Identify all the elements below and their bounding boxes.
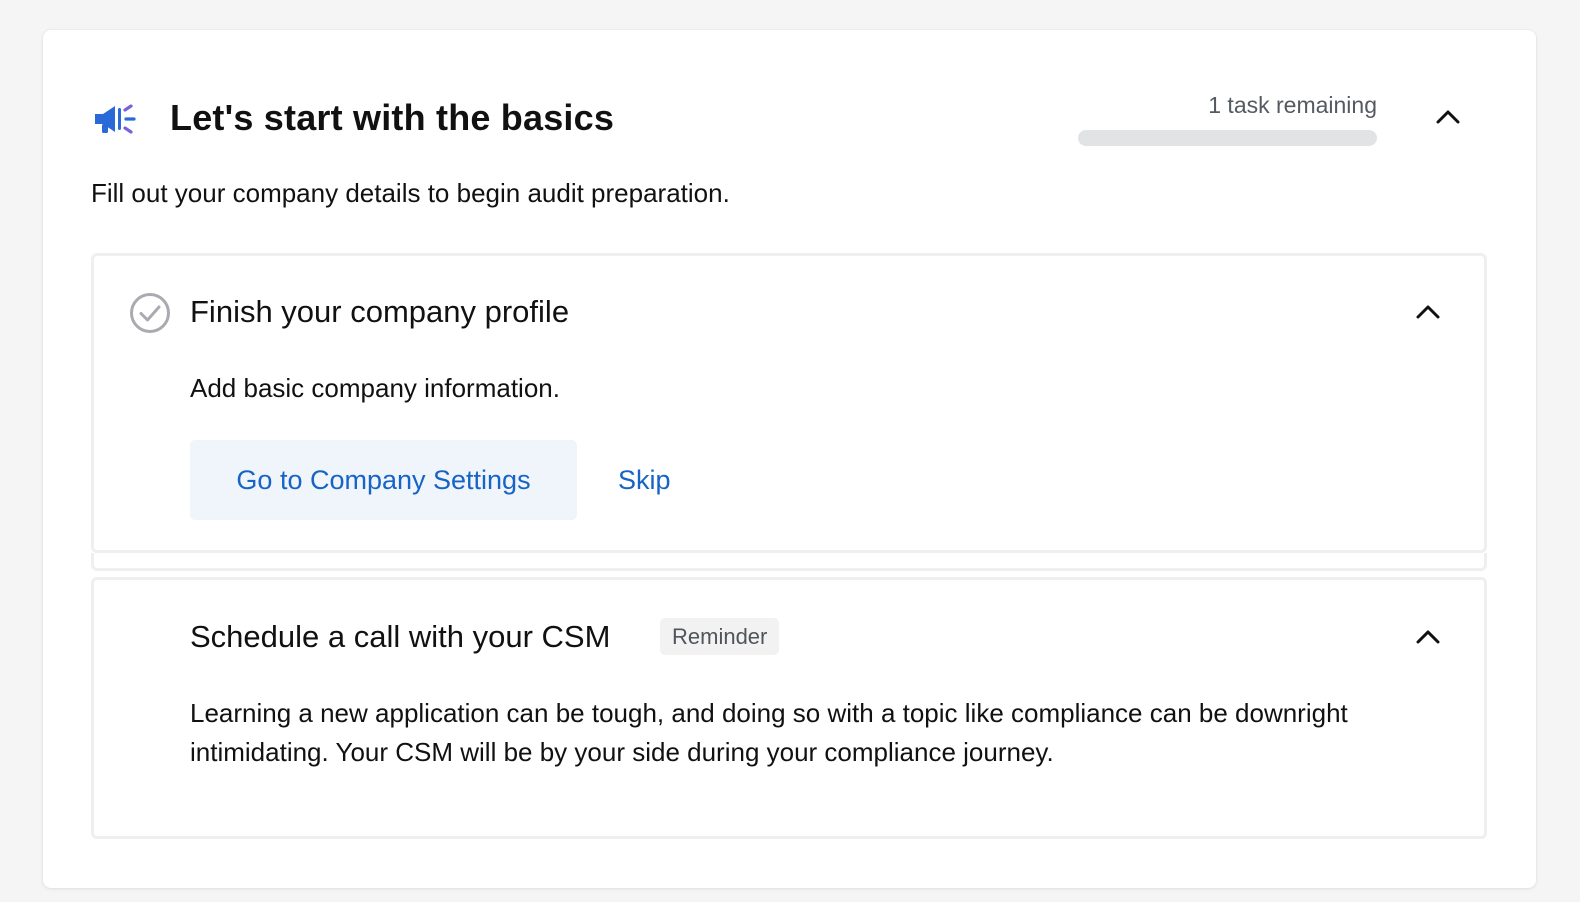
collapse-task-button[interactable] — [1408, 617, 1448, 657]
check-circle-icon — [130, 293, 170, 333]
chevron-up-icon — [1416, 630, 1440, 644]
panel-divider — [91, 553, 1487, 571]
page-subtitle: Fill out your company details to begin a… — [91, 178, 730, 208]
megaphone-icon — [95, 104, 136, 134]
task-title: Finish your company profile — [190, 294, 570, 329]
chevron-up-icon — [1436, 110, 1460, 124]
tasks-remaining-label: 1 task remaining — [1208, 92, 1377, 118]
go-to-company-settings-button[interactable]: Go to Company Settings — [190, 440, 577, 520]
task-panel-schedule-csm: Schedule a call with your CSM Reminder L… — [91, 577, 1487, 839]
page-title: Let's start with the basics — [170, 97, 615, 138]
collapse-section-button[interactable] — [1428, 97, 1468, 137]
chevron-up-icon — [1416, 305, 1440, 319]
reminder-badge: Reminder — [660, 618, 780, 655]
task-panel-company-profile: Finish your company profile Add basic co… — [91, 253, 1487, 553]
skip-button[interactable]: Skip — [610, 440, 679, 520]
task-description: Learning a new application can be tough,… — [190, 698, 1348, 767]
task-title: Schedule a call with your CSM — [190, 619, 611, 654]
task-description: Add basic company information. — [190, 373, 560, 403]
onboarding-card: Let's start with the basics 1 task remai… — [43, 30, 1536, 888]
collapse-task-button[interactable] — [1408, 292, 1448, 332]
progress-bar — [1078, 130, 1377, 146]
